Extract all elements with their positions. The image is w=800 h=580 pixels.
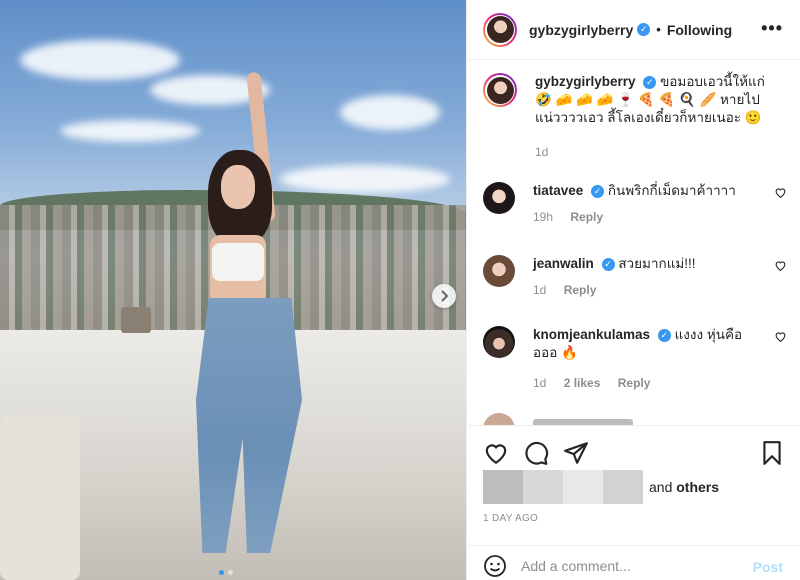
verified-badge-icon: ✓ xyxy=(601,257,615,271)
comment-likes[interactable]: 2 likes xyxy=(564,376,601,390)
likes-text: and others xyxy=(649,479,720,495)
commenter-avatar[interactable] xyxy=(483,182,515,214)
verified-badge-icon: ✓ xyxy=(591,184,605,198)
comment-username[interactable]: tiatavee xyxy=(533,183,583,198)
others-link[interactable]: others xyxy=(676,479,719,495)
comment-item: jeanwalin ✓ สวยมากแม่!!! 1d Reply xyxy=(483,255,786,297)
comment-username[interactable]: jeanwalin xyxy=(533,256,594,271)
reply-button[interactable]: Reply xyxy=(564,283,597,297)
comment-item: knomjeankulamas ✓ แงงง หุ่นคืออออ 🔥 1d 2… xyxy=(483,326,786,390)
verified-badge-icon: ✓ xyxy=(657,328,671,342)
share-icon[interactable] xyxy=(563,440,589,466)
post-panel: gybzygirlyberry ✓ • Following ••• gybzyg… xyxy=(466,0,800,580)
post-button[interactable]: Post xyxy=(753,559,783,575)
heart-icon[interactable] xyxy=(774,259,787,272)
caption-username[interactable]: gybzygirlyberry xyxy=(535,74,636,89)
blurred-liker xyxy=(603,470,643,504)
comment-username[interactable]: knomjeankulamas xyxy=(533,327,650,342)
commenter-avatar[interactable] xyxy=(483,413,515,425)
person-face xyxy=(221,165,255,209)
cloud xyxy=(20,40,180,80)
post-timestamp: 1 DAY AGO xyxy=(483,513,539,524)
caption-time: 1d xyxy=(535,145,549,159)
comment-time: 1d xyxy=(533,376,547,390)
post-photo[interactable] xyxy=(0,0,466,580)
comment-input[interactable] xyxy=(521,557,741,574)
person-top xyxy=(212,243,264,281)
carousel-dot-active xyxy=(219,570,224,575)
liked-by[interactable]: and others xyxy=(483,470,719,504)
caption-avatar[interactable] xyxy=(483,73,517,107)
next-photo-button[interactable] xyxy=(432,284,456,308)
blurred-liker xyxy=(563,470,603,504)
comment-time: 19h xyxy=(533,210,554,224)
caption: gybzygirlyberry ✓ ขอมอบเอวนี้ให้แก่ 🤣 🧀 … xyxy=(483,73,783,159)
reply-button[interactable]: Reply xyxy=(618,376,651,390)
cloud xyxy=(280,165,450,193)
comment-time: 1d xyxy=(533,283,547,297)
commenter-avatar[interactable] xyxy=(483,255,515,287)
cloud xyxy=(340,95,440,130)
sofa xyxy=(0,415,80,580)
reply-button[interactable]: Reply xyxy=(570,210,603,224)
verified-badge-icon: ✓ xyxy=(637,23,651,36)
more-options-icon[interactable]: ••• xyxy=(761,18,783,39)
comment-icon[interactable] xyxy=(523,440,549,466)
verified-badge-icon: ✓ xyxy=(643,75,657,89)
author-avatar[interactable] xyxy=(483,12,517,47)
heart-icon[interactable] xyxy=(483,440,509,466)
comment-item: tiatavee ✓ กินพริกกี่เม็ดมาค้าาาา 19h Re… xyxy=(483,182,786,224)
author-username[interactable]: gybzygirlyberry xyxy=(529,22,633,38)
comment-text: กินพริกกี่เม็ดมาค้าาาา xyxy=(607,183,736,198)
candle xyxy=(121,307,151,333)
carousel-dot xyxy=(228,570,233,575)
chevron-right-icon xyxy=(441,290,449,302)
following-button[interactable]: Following xyxy=(667,22,732,38)
emoji-icon[interactable] xyxy=(483,554,507,578)
comments-list[interactable]: gybzygirlyberry ✓ ขอมอบเอวนี้ให้แก่ 🤣 🧀 … xyxy=(467,61,800,425)
cloud xyxy=(60,120,200,142)
add-comment-bar: Post xyxy=(467,545,800,580)
post-header: gybzygirlyberry ✓ • Following ••• xyxy=(467,0,800,60)
bookmark-icon[interactable] xyxy=(759,440,785,466)
heart-icon[interactable] xyxy=(774,186,787,199)
blurred-liker xyxy=(483,470,523,504)
commenter-avatar[interactable] xyxy=(483,326,515,358)
carousel-dots xyxy=(219,570,233,575)
comment-text: สวยมากแม่!!! xyxy=(618,256,696,271)
separator-dot: • xyxy=(656,22,661,37)
blurred-liker xyxy=(523,470,563,504)
heart-icon[interactable] xyxy=(774,330,787,343)
